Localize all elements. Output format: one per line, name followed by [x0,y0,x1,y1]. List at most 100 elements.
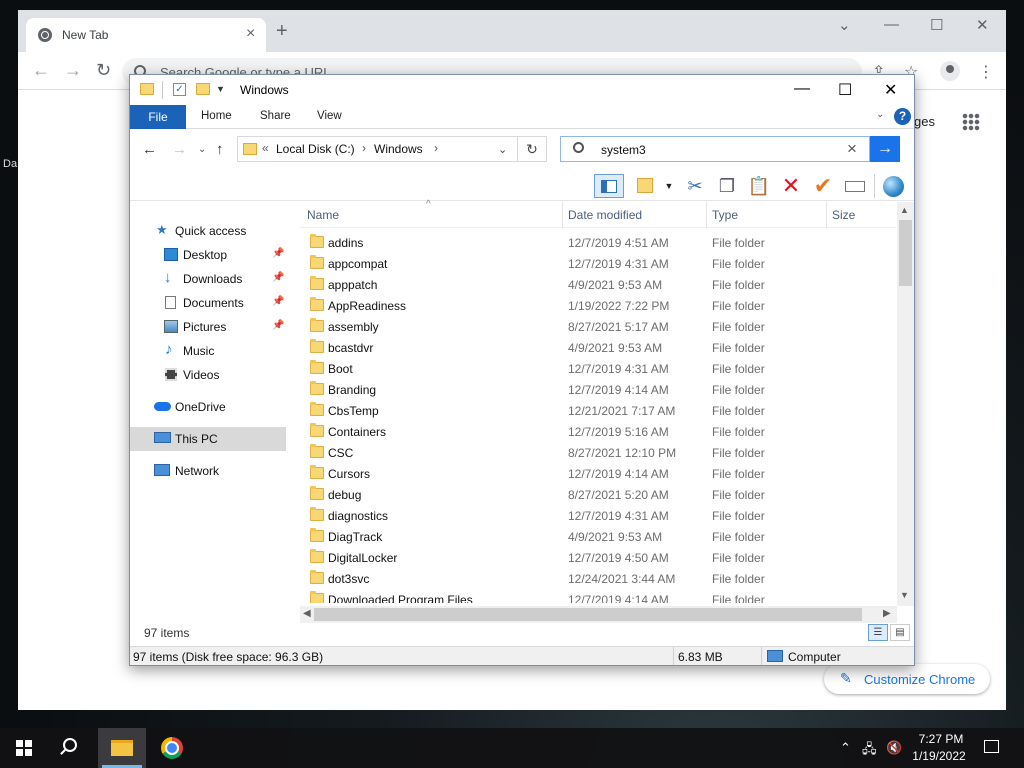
scroll-up-arrow-icon[interactable]: ▲ [900,205,909,215]
preview-pane-icon[interactable] [594,174,624,198]
nav-item-pictures[interactable]: Pictures 📌 [130,315,286,339]
recent-locations-chevron-icon[interactable]: ⌄ [198,144,206,155]
table-row[interactable]: CbsTemp 12/21/2021 7:17 AM File folder [300,400,896,421]
breadcrumb-overflow[interactable]: « [262,141,269,155]
column-header-name[interactable]: Name [307,208,339,222]
nav-item-onedrive[interactable]: OneDrive [130,395,286,419]
ribbon-expand-chevron-icon[interactable]: ⌄ [876,109,884,120]
network-tray-icon[interactable]: 🖧 [862,740,877,762]
horizontal-scroll-thumb[interactable] [314,608,862,621]
chrome-close-button[interactable]: ✕ [976,16,989,34]
google-apps-icon[interactable] [962,113,980,131]
table-row[interactable]: dot3svc 12/24/2021 3:44 AM File folder [300,568,896,589]
vertical-scroll-thumb[interactable] [899,220,912,286]
show-hidden-icons-chevron-icon[interactable]: ⌃ [840,740,851,756]
table-row[interactable]: debug 8/27/2021 5:20 AM File folder [300,484,896,505]
google-images-link[interactable]: ges [914,114,935,129]
pin-icon[interactable]: 📌 [272,296,284,307]
ribbon-tab-file[interactable]: File [130,105,186,129]
column-header-type[interactable]: Type [712,208,738,222]
chrome-tab-new-tab[interactable]: New Tab × [26,18,266,52]
taskbar-clock-time[interactable]: 7:27 PM [912,732,970,746]
back-arrow-icon[interactable]: ← [142,141,157,158]
table-row[interactable]: bcastdvr 4/9/2021 9:53 AM File folder [300,337,896,358]
table-row[interactable]: Boot 12/7/2019 4:31 AM File folder [300,358,896,379]
chrome-minimize-button[interactable]: — [884,16,899,33]
forward-arrow-icon[interactable]: → [64,60,82,81]
scroll-down-arrow-icon[interactable]: ▼ [900,590,909,600]
explorer-close-button[interactable]: ✕ [884,80,897,100]
nav-item-quick-access[interactable]: ★ Quick access [130,219,286,243]
ribbon-tab-home[interactable]: Home [201,110,232,122]
customize-chrome-button[interactable]: ✎ Customize Chrome [824,664,990,694]
explorer-maximize-button[interactable]: ☐ [838,80,852,100]
new-folder-icon[interactable] [196,83,210,95]
table-row[interactable]: addins 12/7/2019 4:51 AM File folder [300,232,896,253]
reload-icon[interactable]: ↻ [96,60,111,81]
new-tab-button[interactable]: + [276,21,288,41]
nav-item-videos[interactable]: Videos [130,363,286,387]
column-divider[interactable] [562,202,563,228]
table-row[interactable]: CSC 8/27/2021 12:10 PM File folder [300,442,896,463]
breadcrumb-windows[interactable]: Windows [374,142,423,156]
table-row[interactable]: apppatch 4/9/2021 9:53 AM File folder [300,274,896,295]
windows-start-icon[interactable] [16,740,32,756]
search-icon[interactable] [63,738,77,752]
ribbon-tab-view[interactable]: View [317,110,342,122]
table-row[interactable]: assembly 8/27/2021 5:17 AM File folder [300,316,896,337]
horizontal-scrollbar[interactable]: ◀ ▶ [300,606,897,623]
column-header-date[interactable]: Date modified [568,208,642,222]
globe-icon[interactable] [880,174,908,198]
nav-item-music[interactable]: ♪ Music [130,339,286,363]
copy-icon[interactable]: ❐ [714,174,740,198]
profile-avatar-icon[interactable] [940,61,960,81]
search-go-button[interactable]: → [870,136,900,162]
pin-icon[interactable]: 📌 [272,248,284,259]
chrome-menu-icon[interactable]: ⋮ [978,62,994,82]
ribbon-tab-share[interactable]: Share [260,110,291,122]
nav-item-network[interactable]: Network [130,459,286,483]
quick-access-dropdown-icon[interactable]: ▼ [216,84,225,94]
rename-icon[interactable] [842,174,868,198]
vertical-scrollbar[interactable]: ▲ ▼ [897,202,914,606]
forward-arrow-icon[interactable]: → [172,141,187,158]
scroll-left-arrow-icon[interactable]: ◀ [303,608,311,619]
scroll-right-arrow-icon[interactable]: ▶ [883,608,891,619]
table-row[interactable]: Containers 12/7/2019 5:16 AM File folder [300,421,896,442]
help-icon[interactable]: ? [894,108,911,125]
taskbar-file-explorer[interactable] [98,728,146,768]
pin-icon[interactable]: 📌 [272,320,284,331]
new-item-dropdown-icon[interactable]: ▼ [662,174,676,198]
taskbar-chrome[interactable] [148,728,196,768]
breadcrumb-chevron-icon[interactable]: › [434,141,438,155]
table-row[interactable]: appcompat 12/7/2019 4:31 AM File folder [300,253,896,274]
large-icons-view-icon[interactable]: ▤ [890,624,910,641]
checkmark-icon[interactable]: ✔ [810,174,836,198]
details-view-icon[interactable]: ☰ [868,624,888,641]
column-header-size[interactable]: Size [832,208,855,222]
up-arrow-icon[interactable]: ↑ [216,141,224,158]
tab-close-icon[interactable]: × [246,25,255,43]
taskbar-clock-date[interactable]: 1/19/2022 [904,749,974,763]
search-box[interactable]: system3 × [560,136,870,162]
table-row[interactable]: DigitalLocker 12/7/2019 4:50 AM File folde… [300,547,896,568]
nav-item-downloads[interactable]: ↓ Downloads 📌 [130,267,286,291]
nav-item-documents[interactable]: Documents 📌 [130,291,286,315]
table-row[interactable]: DiagTrack 4/9/2021 9:53 AM File folder [300,526,896,547]
cut-icon[interactable]: ✂ [682,174,708,198]
column-divider[interactable] [826,202,827,228]
tab-search-chevron-icon[interactable]: ⌄ [838,16,851,34]
table-row[interactable]: Cursors 12/7/2019 4:14 AM File folder [300,463,896,484]
nav-item-desktop[interactable]: Desktop 📌 [130,243,286,267]
notification-icon[interactable] [984,740,999,753]
table-row[interactable]: AppReadiness 1/19/2022 7:22 PM File folder [300,295,896,316]
back-arrow-icon[interactable]: ← [32,60,50,81]
explorer-minimize-button[interactable]: — [794,80,810,98]
pin-icon[interactable]: 📌 [272,272,284,283]
address-bar[interactable]: « Local Disk (C:) › Windows › ⌄ [237,136,547,162]
delete-icon[interactable]: ✕ [778,174,804,198]
paste-icon[interactable]: 📋 [746,174,772,198]
refresh-button[interactable]: ↻ [517,136,547,162]
table-row[interactable]: diagnostics 12/7/2019 4:31 AM File folder [300,505,896,526]
address-dropdown-icon[interactable]: ⌄ [498,143,507,156]
